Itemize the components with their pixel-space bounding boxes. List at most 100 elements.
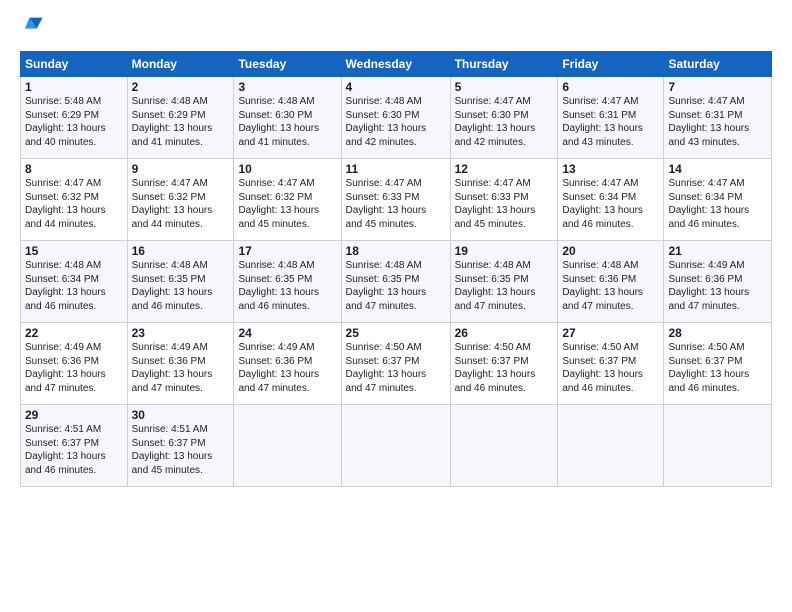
day-number: 27: [562, 326, 659, 340]
day-number: 8: [25, 162, 123, 176]
calendar-cell: 8Sunrise: 4:47 AMSunset: 6:32 PMDaylight…: [21, 159, 128, 241]
day-number: 16: [132, 244, 230, 258]
calendar-cell: 15Sunrise: 4:48 AMSunset: 6:34 PMDayligh…: [21, 241, 128, 323]
day-number: 13: [562, 162, 659, 176]
day-number: 25: [346, 326, 446, 340]
day-info: Sunrise: 4:48 AMSunset: 6:30 PMDaylight:…: [238, 95, 336, 149]
calendar-cell: 13Sunrise: 4:47 AMSunset: 6:34 PMDayligh…: [558, 159, 664, 241]
calendar-cell: 27Sunrise: 4:50 AMSunset: 6:37 PMDayligh…: [558, 323, 664, 405]
day-number: 28: [668, 326, 767, 340]
day-info: Sunrise: 4:48 AMSunset: 6:35 PMDaylight:…: [346, 259, 446, 313]
day-info: Sunrise: 4:47 AMSunset: 6:33 PMDaylight:…: [346, 177, 446, 231]
day-info: Sunrise: 4:51 AMSunset: 6:37 PMDaylight:…: [25, 423, 123, 477]
day-info: Sunrise: 4:48 AMSunset: 6:35 PMDaylight:…: [238, 259, 336, 313]
day-info: Sunrise: 4:47 AMSunset: 6:34 PMDaylight:…: [562, 177, 659, 231]
weekday-saturday: Saturday: [664, 52, 772, 77]
calendar-cell: 18Sunrise: 4:48 AMSunset: 6:35 PMDayligh…: [341, 241, 450, 323]
calendar-cell: [664, 405, 772, 487]
day-number: 5: [455, 80, 554, 94]
day-info: Sunrise: 4:48 AMSunset: 6:29 PMDaylight:…: [132, 95, 230, 149]
day-info: Sunrise: 5:48 AMSunset: 6:29 PMDaylight:…: [25, 95, 123, 149]
day-info: Sunrise: 4:49 AMSunset: 6:36 PMDaylight:…: [132, 341, 230, 395]
calendar-cell: [450, 405, 558, 487]
weekday-sunday: Sunday: [21, 52, 128, 77]
calendar-cell: 4Sunrise: 4:48 AMSunset: 6:30 PMDaylight…: [341, 77, 450, 159]
day-number: 11: [346, 162, 446, 176]
day-info: Sunrise: 4:47 AMSunset: 6:31 PMDaylight:…: [668, 95, 767, 149]
day-number: 3: [238, 80, 336, 94]
day-number: 12: [455, 162, 554, 176]
calendar-cell: 10Sunrise: 4:47 AMSunset: 6:32 PMDayligh…: [234, 159, 341, 241]
day-number: 10: [238, 162, 336, 176]
calendar-cell: 21Sunrise: 4:49 AMSunset: 6:36 PMDayligh…: [664, 241, 772, 323]
day-number: 18: [346, 244, 446, 258]
day-number: 6: [562, 80, 659, 94]
calendar-cell: [234, 405, 341, 487]
calendar-week-1: 1Sunrise: 5:48 AMSunset: 6:29 PMDaylight…: [21, 77, 772, 159]
calendar-cell: [341, 405, 450, 487]
day-info: Sunrise: 4:51 AMSunset: 6:37 PMDaylight:…: [132, 423, 230, 477]
day-number: 14: [668, 162, 767, 176]
day-info: Sunrise: 4:47 AMSunset: 6:33 PMDaylight:…: [455, 177, 554, 231]
day-number: 30: [132, 408, 230, 422]
day-info: Sunrise: 4:49 AMSunset: 6:36 PMDaylight:…: [238, 341, 336, 395]
day-number: 19: [455, 244, 554, 258]
calendar-cell: 6Sunrise: 4:47 AMSunset: 6:31 PMDaylight…: [558, 77, 664, 159]
calendar-cell: 3Sunrise: 4:48 AMSunset: 6:30 PMDaylight…: [234, 77, 341, 159]
header: [20, 18, 772, 41]
day-info: Sunrise: 4:48 AMSunset: 6:35 PMDaylight:…: [455, 259, 554, 313]
day-info: Sunrise: 4:50 AMSunset: 6:37 PMDaylight:…: [455, 341, 554, 395]
day-info: Sunrise: 4:47 AMSunset: 6:34 PMDaylight:…: [668, 177, 767, 231]
calendar-cell: 19Sunrise: 4:48 AMSunset: 6:35 PMDayligh…: [450, 241, 558, 323]
day-info: Sunrise: 4:50 AMSunset: 6:37 PMDaylight:…: [668, 341, 767, 395]
day-number: 20: [562, 244, 659, 258]
calendar-cell: [558, 405, 664, 487]
day-number: 7: [668, 80, 767, 94]
day-info: Sunrise: 4:50 AMSunset: 6:37 PMDaylight:…: [346, 341, 446, 395]
calendar-week-2: 8Sunrise: 4:47 AMSunset: 6:32 PMDaylight…: [21, 159, 772, 241]
calendar-cell: 2Sunrise: 4:48 AMSunset: 6:29 PMDaylight…: [127, 77, 234, 159]
calendar-cell: 24Sunrise: 4:49 AMSunset: 6:36 PMDayligh…: [234, 323, 341, 405]
day-number: 29: [25, 408, 123, 422]
page: SundayMondayTuesdayWednesdayThursdayFrid…: [0, 0, 792, 612]
calendar-cell: 30Sunrise: 4:51 AMSunset: 6:37 PMDayligh…: [127, 405, 234, 487]
calendar-cell: 1Sunrise: 5:48 AMSunset: 6:29 PMDaylight…: [21, 77, 128, 159]
calendar-cell: 14Sunrise: 4:47 AMSunset: 6:34 PMDayligh…: [664, 159, 772, 241]
calendar-cell: 5Sunrise: 4:47 AMSunset: 6:30 PMDaylight…: [450, 77, 558, 159]
day-info: Sunrise: 4:47 AMSunset: 6:32 PMDaylight:…: [132, 177, 230, 231]
day-info: Sunrise: 4:47 AMSunset: 6:30 PMDaylight:…: [455, 95, 554, 149]
weekday-wednesday: Wednesday: [341, 52, 450, 77]
day-info: Sunrise: 4:47 AMSunset: 6:32 PMDaylight:…: [238, 177, 336, 231]
calendar-week-3: 15Sunrise: 4:48 AMSunset: 6:34 PMDayligh…: [21, 241, 772, 323]
calendar-cell: 16Sunrise: 4:48 AMSunset: 6:35 PMDayligh…: [127, 241, 234, 323]
day-info: Sunrise: 4:47 AMSunset: 6:32 PMDaylight:…: [25, 177, 123, 231]
calendar-cell: 29Sunrise: 4:51 AMSunset: 6:37 PMDayligh…: [21, 405, 128, 487]
weekday-monday: Monday: [127, 52, 234, 77]
day-number: 4: [346, 80, 446, 94]
day-info: Sunrise: 4:48 AMSunset: 6:36 PMDaylight:…: [562, 259, 659, 313]
day-number: 24: [238, 326, 336, 340]
logo: [20, 18, 44, 41]
weekday-tuesday: Tuesday: [234, 52, 341, 77]
calendar-cell: 7Sunrise: 4:47 AMSunset: 6:31 PMDaylight…: [664, 77, 772, 159]
day-number: 2: [132, 80, 230, 94]
day-info: Sunrise: 4:47 AMSunset: 6:31 PMDaylight:…: [562, 95, 659, 149]
calendar-cell: 23Sunrise: 4:49 AMSunset: 6:36 PMDayligh…: [127, 323, 234, 405]
day-number: 15: [25, 244, 123, 258]
calendar-cell: 25Sunrise: 4:50 AMSunset: 6:37 PMDayligh…: [341, 323, 450, 405]
day-info: Sunrise: 4:48 AMSunset: 6:34 PMDaylight:…: [25, 259, 123, 313]
day-number: 26: [455, 326, 554, 340]
day-number: 22: [25, 326, 123, 340]
logo-icon: [22, 14, 44, 36]
calendar-cell: 28Sunrise: 4:50 AMSunset: 6:37 PMDayligh…: [664, 323, 772, 405]
day-info: Sunrise: 4:49 AMSunset: 6:36 PMDaylight:…: [25, 341, 123, 395]
day-info: Sunrise: 4:49 AMSunset: 6:36 PMDaylight:…: [668, 259, 767, 313]
day-number: 23: [132, 326, 230, 340]
day-number: 9: [132, 162, 230, 176]
day-number: 21: [668, 244, 767, 258]
day-info: Sunrise: 4:48 AMSunset: 6:35 PMDaylight:…: [132, 259, 230, 313]
weekday-friday: Friday: [558, 52, 664, 77]
calendar-week-5: 29Sunrise: 4:51 AMSunset: 6:37 PMDayligh…: [21, 405, 772, 487]
calendar-cell: 20Sunrise: 4:48 AMSunset: 6:36 PMDayligh…: [558, 241, 664, 323]
day-number: 17: [238, 244, 336, 258]
